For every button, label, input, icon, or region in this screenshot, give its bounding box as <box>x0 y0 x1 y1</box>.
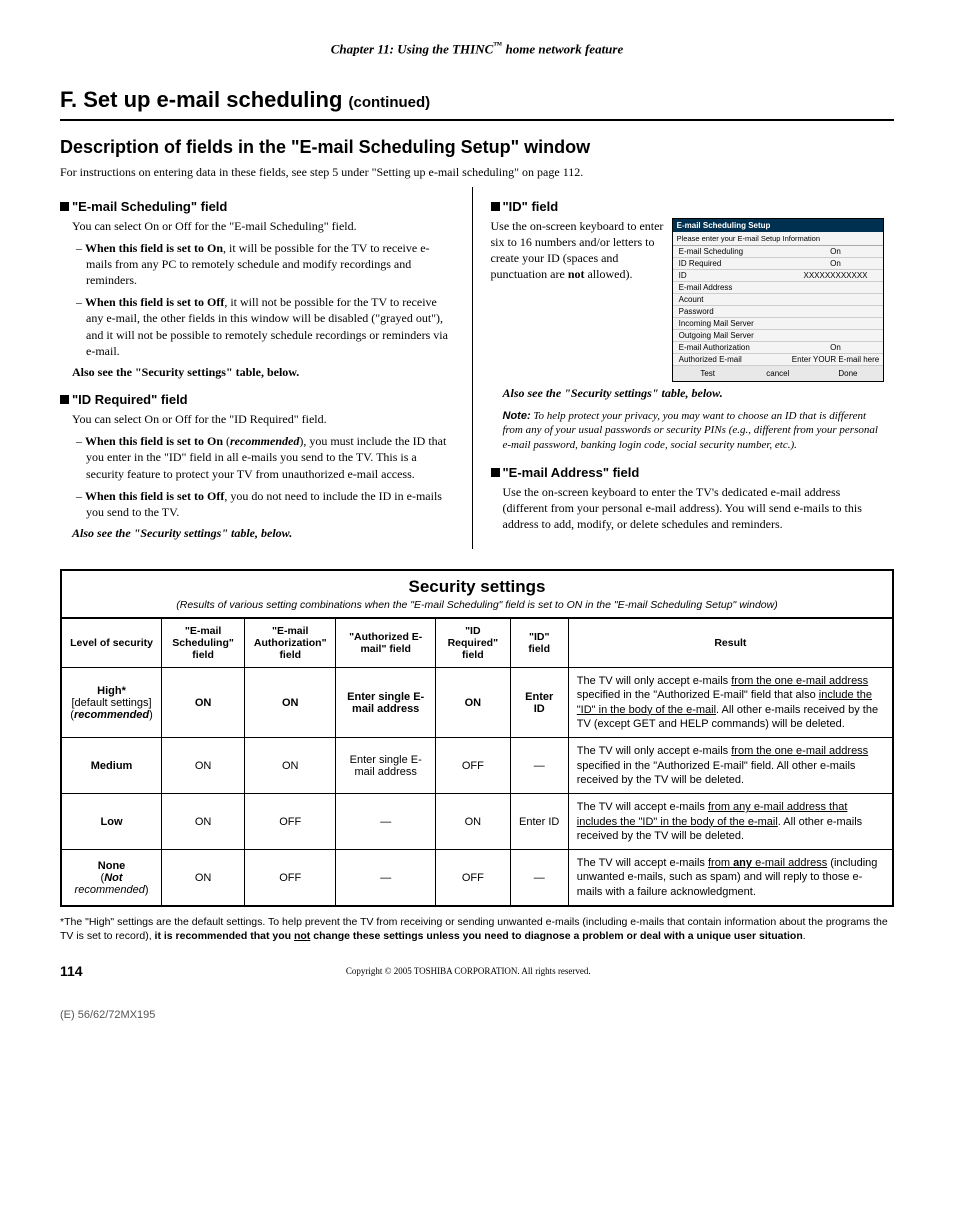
panel-subhead: Please enter your E-mail Setup Informati… <box>673 232 883 246</box>
col-header: Result <box>568 619 892 668</box>
col-header: "E-mail Scheduling" field <box>162 619 245 668</box>
field-heading-id: "ID" field <box>491 199 885 214</box>
page-title: F. Set up e-mail scheduling (continued) <box>60 87 894 113</box>
also-see: Also see the "Security settings" table, … <box>503 386 885 401</box>
col-header: "ID" field <box>510 619 568 668</box>
field-heading-email-address: "E-mail Address" field <box>491 465 885 480</box>
security-settings-table: Security settings (Results of various se… <box>60 569 894 907</box>
table-subtitle: (Results of various setting combinations… <box>62 599 892 618</box>
panel-row: Authorized E-mailEnter YOUR E-mail here <box>673 354 883 366</box>
cancel-button[interactable]: cancel <box>743 369 813 378</box>
panel-row: E-mail AuthorizationOn <box>673 342 883 354</box>
also-see: Also see the "Security settings" table, … <box>72 365 454 380</box>
panel-row: Outgoing Mail Server <box>673 330 883 342</box>
col-header: Level of security <box>62 619 162 668</box>
also-see: Also see the "Security settings" table, … <box>72 526 454 541</box>
panel-row: E-mail SchedulingOn <box>673 246 883 258</box>
table-row: Low ON OFF — ON Enter ID The TV will acc… <box>62 794 892 850</box>
divider <box>60 119 894 121</box>
panel-row: IDXXXXXXXXXXXX <box>673 270 883 282</box>
body-text: Use the on-screen keyboard to enter six … <box>491 218 664 382</box>
table-row: High*[default settings](recommended) ON … <box>62 668 892 738</box>
field-heading-id-required: "ID Required" field <box>60 392 454 407</box>
body-text: Use the on-screen keyboard to enter the … <box>503 484 885 533</box>
panel-row: Acount <box>673 294 883 306</box>
body-text: You can select On or Off for the "E-mail… <box>72 218 454 234</box>
col-header: "ID Required" field <box>435 619 510 668</box>
table-row: None(Not recommended) ON OFF — OFF — The… <box>62 850 892 905</box>
list-item: When this field is set to On (recommende… <box>76 433 454 482</box>
list-item: When this field is set to Off, you do no… <box>76 488 454 520</box>
table-row: Medium ON ON Enter single E-mail address… <box>62 738 892 794</box>
section-heading: Description of fields in the "E-mail Sch… <box>60 137 894 158</box>
panel-row: Incoming Mail Server <box>673 318 883 330</box>
test-button[interactable]: Test <box>673 369 743 378</box>
col-header: "Authorized E-mail" field <box>336 619 436 668</box>
email-setup-panel: E-mail Scheduling Setup Please enter you… <box>672 218 884 382</box>
panel-row: Password <box>673 306 883 318</box>
list-item: When this field is set to Off, it will n… <box>76 294 454 359</box>
panel-row: ID RequiredOn <box>673 258 883 270</box>
panel-title: E-mail Scheduling Setup <box>673 219 883 232</box>
copyright: Copyright © 2005 TOSHIBA CORPORATION. Al… <box>83 966 854 976</box>
note-box: Note: To help protect your privacy, you … <box>503 409 885 454</box>
field-heading-email-scheduling: "E-mail Scheduling" field <box>60 199 454 214</box>
list-item: When this field is set to On, it will be… <box>76 240 454 289</box>
page-number: 114 <box>60 963 83 979</box>
model-code: (E) 56/62/72MX195 <box>60 1009 894 1021</box>
intro-text: For instructions on entering data in the… <box>60 164 894 180</box>
body-text: You can select On or Off for the "ID Req… <box>72 411 454 427</box>
footnote: *The "High" settings are the default set… <box>60 915 894 943</box>
done-button[interactable]: Done <box>813 369 883 378</box>
col-header: "E-mail Authorization" field <box>245 619 336 668</box>
table-title: Security settings <box>62 571 892 599</box>
panel-row: E-mail Address <box>673 282 883 294</box>
chapter-header: Chapter 11: Using the THINC™ home networ… <box>60 40 894 57</box>
